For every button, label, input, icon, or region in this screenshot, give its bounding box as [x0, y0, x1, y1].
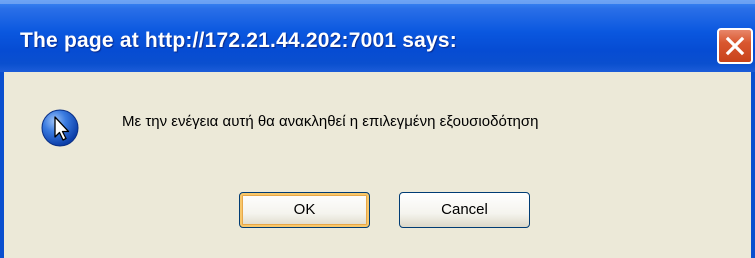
- dialog-body: [0, 72, 755, 258]
- dialog-message: Με την ενέγεια αυτή θα ανακληθεί η επιλε…: [122, 113, 539, 130]
- close-icon: [725, 36, 745, 56]
- cancel-button[interactable]: Cancel: [399, 192, 530, 228]
- ok-button[interactable]: OK: [239, 192, 370, 228]
- close-button[interactable]: [717, 28, 753, 64]
- title-bar[interactable]: The page at http://172.21.44.202:7001 sa…: [0, 0, 755, 72]
- alert-dialog: The page at http://172.21.44.202:7001 sa…: [0, 0, 755, 258]
- dialog-title: The page at http://172.21.44.202:7001 sa…: [20, 29, 457, 52]
- info-cursor-icon: [41, 109, 79, 147]
